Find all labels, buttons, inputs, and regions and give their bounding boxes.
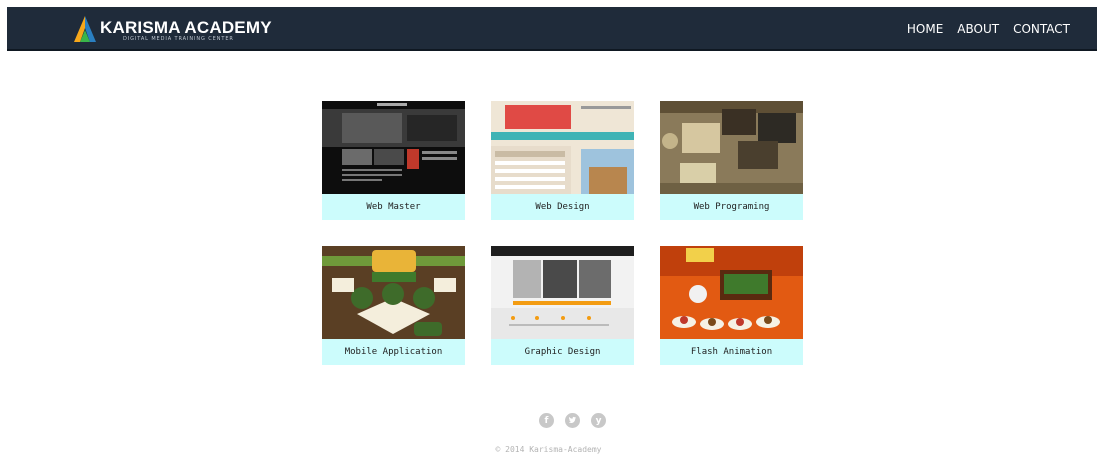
brand-name: KARISMA ACADEMY: [100, 18, 272, 37]
graphic-design-thumbnail: [491, 246, 634, 339]
yahoo-icon[interactable]: y: [591, 413, 606, 428]
nav-about-link[interactable]: ABOUT: [957, 22, 999, 36]
twitter-icon[interactable]: [565, 413, 580, 428]
copyright-text: © 2014 Karisma-Academy: [495, 445, 602, 454]
course-label: Graphic Design: [491, 339, 634, 365]
course-card-flash-animation[interactable]: Flash Animation: [660, 246, 803, 365]
main-nav: HOME ABOUT CONTACT: [907, 22, 1070, 36]
course-card-graphic-design[interactable]: Graphic Design: [491, 246, 634, 365]
karisma-logo-icon: [74, 16, 96, 42]
top-navbar: KARISMA ACADEMY DIGITAL MEDIA TRAINING C…: [7, 7, 1097, 51]
mobile-application-thumbnail: [322, 246, 465, 339]
course-card-mobile-application[interactable]: Mobile Application: [322, 246, 465, 365]
course-card-web-programing[interactable]: Web Programing: [660, 101, 803, 220]
web-programing-thumbnail: [660, 101, 803, 194]
course-label: Web Master: [322, 194, 465, 220]
course-label: Mobile Application: [322, 339, 465, 365]
web-design-thumbnail: [491, 101, 634, 194]
brand-tagline: DIGITAL MEDIA TRAINING CENTER: [123, 36, 234, 42]
nav-home-link[interactable]: HOME: [907, 22, 943, 36]
web-master-thumbnail: [322, 101, 465, 194]
course-card-web-master[interactable]: Web Master: [322, 101, 465, 220]
social-links: f y: [539, 413, 606, 428]
course-label: Flash Animation: [660, 339, 803, 365]
course-label: Web Design: [491, 194, 634, 220]
facebook-icon[interactable]: f: [539, 413, 554, 428]
flash-animation-thumbnail: [660, 246, 803, 339]
brand-logo[interactable]: KARISMA ACADEMY DIGITAL MEDIA TRAINING C…: [74, 16, 274, 42]
nav-contact-link[interactable]: CONTACT: [1013, 22, 1070, 36]
course-label: Web Programing: [660, 194, 803, 220]
course-card-web-design[interactable]: Web Design: [491, 101, 634, 220]
